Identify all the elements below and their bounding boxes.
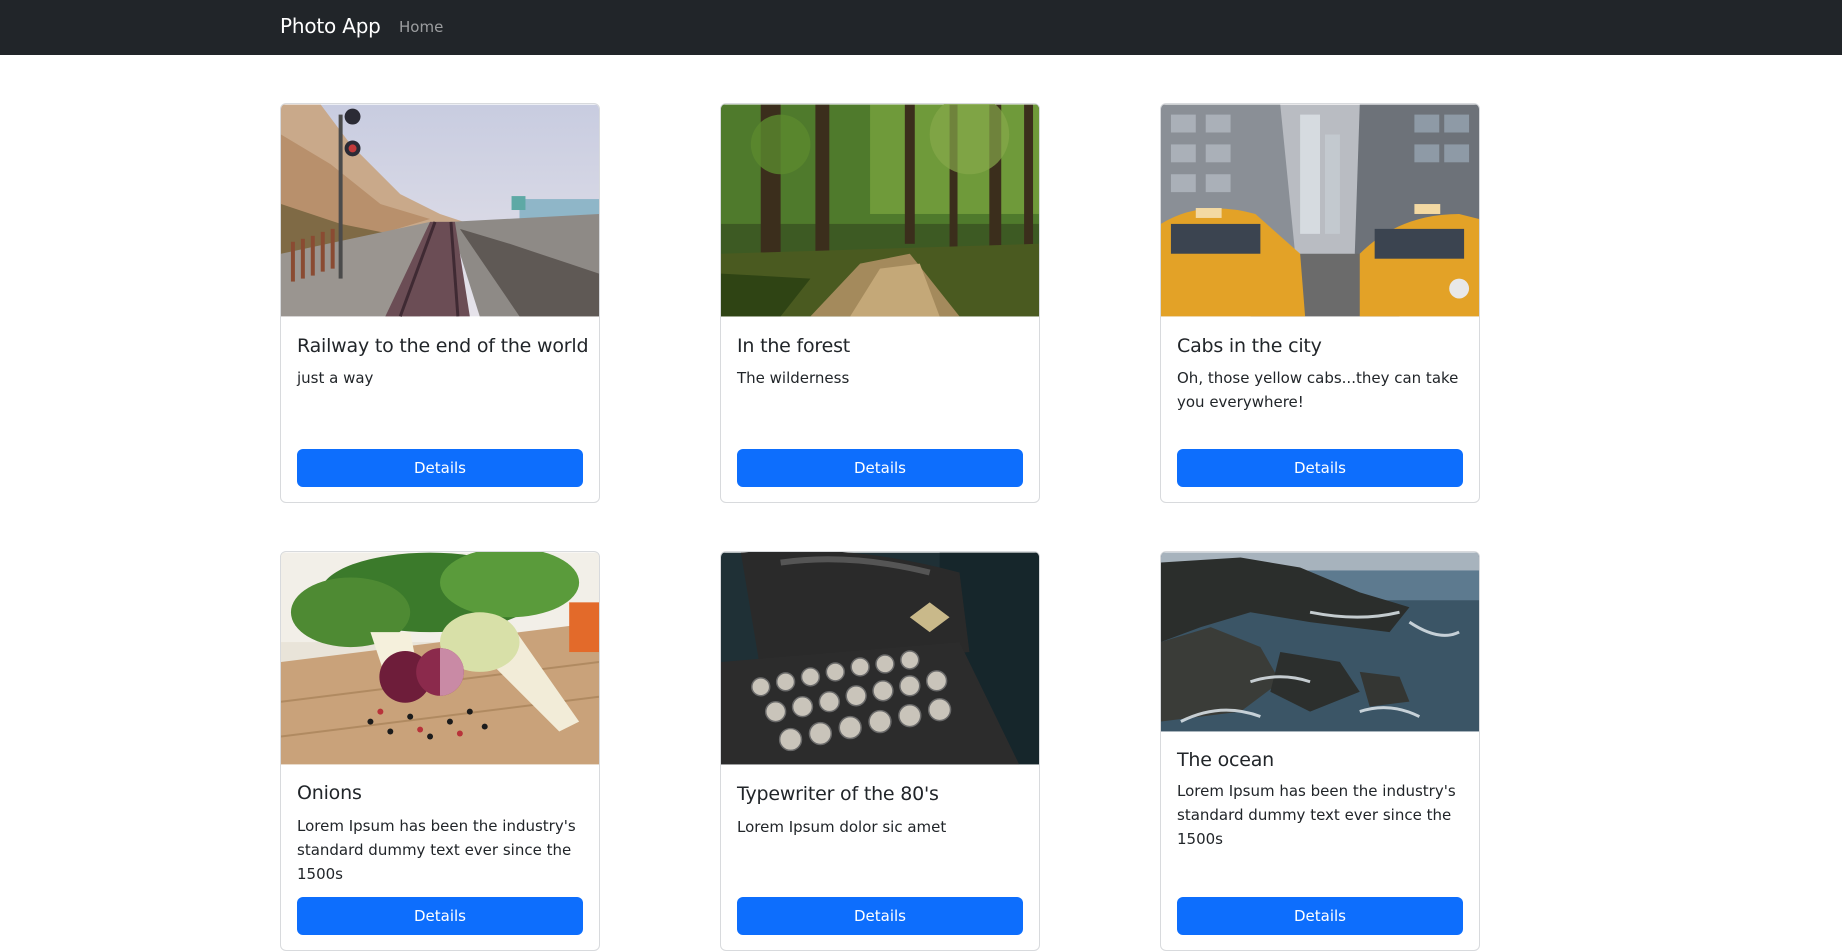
taxi-photo	[1161, 104, 1479, 317]
details-button[interactable]: Details	[737, 897, 1023, 935]
card-text: The wilderness	[737, 369, 850, 387]
photo-card: Cabs in the city Oh, those yellow cabs..…	[1160, 103, 1480, 503]
nav-link-home[interactable]: Home	[399, 18, 443, 36]
card-text: Lorem Ipsum has been the industry's stan…	[297, 817, 576, 883]
railway-photo	[281, 104, 599, 317]
photo-card: The ocean Lorem Ipsum has been the indus…	[1160, 551, 1480, 951]
card-text: Lorem Ipsum has been the industry's stan…	[1177, 782, 1456, 848]
photo-card: Typewriter of the 80's Lorem Ipsum dolor…	[720, 551, 1040, 951]
card-title: Cabs in the city	[1177, 335, 1322, 357]
card-title: Onions	[297, 782, 362, 804]
details-button[interactable]: Details	[1177, 449, 1463, 487]
card-title: Typewriter of the 80's	[737, 783, 939, 805]
card-text: Lorem Ipsum dolor sic amet	[737, 818, 947, 836]
details-button[interactable]: Details	[737, 449, 1023, 487]
navbar-brand[interactable]: Photo App	[280, 14, 381, 38]
photo-card: Railway to the end of the world just a w…	[280, 103, 600, 503]
ocean-photo	[1161, 552, 1479, 732]
details-button[interactable]: Details	[297, 449, 583, 487]
onions-photo	[281, 552, 599, 765]
details-button[interactable]: Details	[1177, 897, 1463, 935]
card-text: Oh, those yellow cabs...they can take yo…	[1177, 369, 1459, 411]
forest-photo	[721, 104, 1039, 317]
card-text: just a way	[297, 369, 374, 387]
card-title: In the forest	[737, 335, 851, 357]
photo-card: Onions Lorem Ipsum has been the industry…	[280, 551, 600, 951]
details-button[interactable]: Details	[297, 897, 583, 935]
card-title: Railway to the end of the world	[297, 335, 589, 357]
navbar: Photo App Home	[0, 0, 1842, 55]
card-title: The ocean	[1177, 749, 1275, 771]
typewriter-photo	[721, 552, 1039, 765]
photo-card: In the forest The wilderness Details	[720, 103, 1040, 503]
